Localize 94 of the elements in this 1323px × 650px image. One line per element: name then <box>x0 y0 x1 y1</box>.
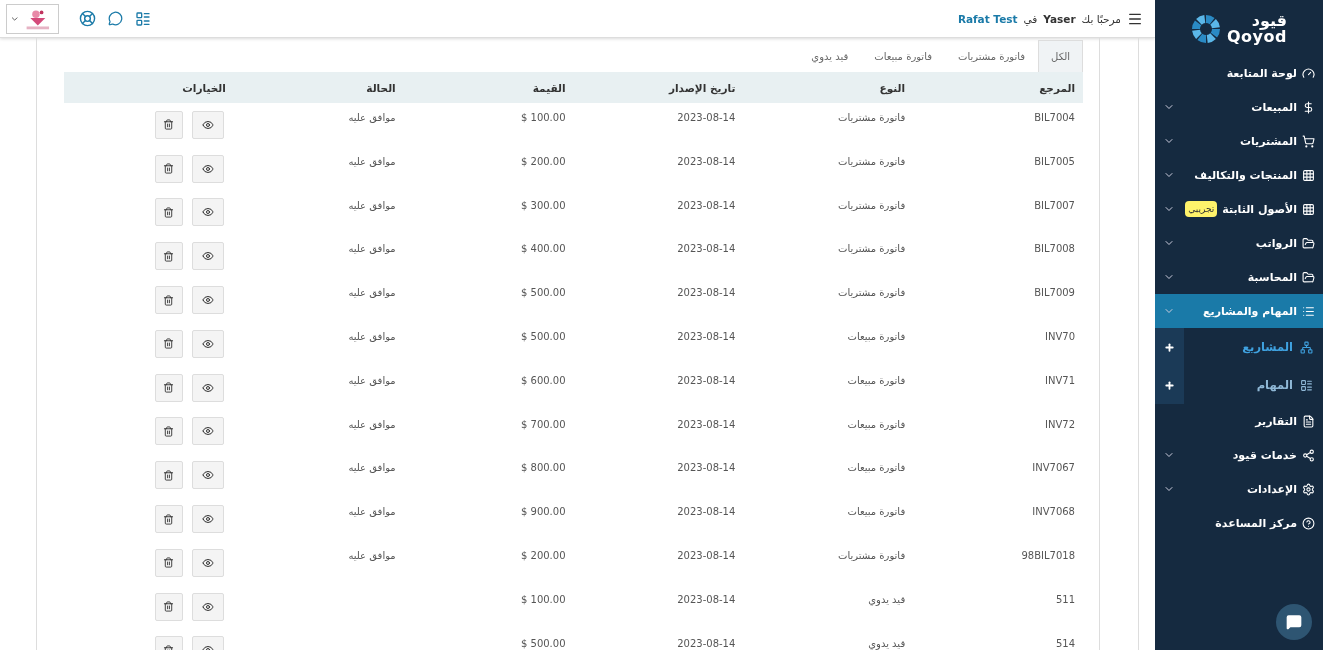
table-cell: فاتورة مشتريات <box>838 549 906 561</box>
sidebar-item[interactable]: الرواتب <box>1155 226 1323 260</box>
table-cell: فاتورة مشتريات <box>838 112 906 123</box>
user-name: Yaser <box>1043 12 1076 25</box>
table-cell: موافق عليه <box>348 155 396 167</box>
table-cell: $ 900.00 <box>521 506 566 518</box>
sidebar-item[interactable]: التقارير <box>1155 404 1323 438</box>
filter-tab[interactable]: فاتورة مشتريات <box>945 40 1039 72</box>
filter-tab[interactable]: فاتورة مبيعات <box>861 40 945 72</box>
table-cell: فاتورة مشتريات <box>838 287 906 299</box>
table-cell: $ 300.00 <box>521 199 566 211</box>
table-cell: $ 400.00 <box>521 243 566 255</box>
sidebar-item[interactable]: المنتجات والتكاليف <box>1155 158 1323 192</box>
table-cell: INV72 <box>1045 418 1075 430</box>
submenu-item[interactable]: المشاريع <box>1184 328 1323 366</box>
table-cell: $ 600.00 <box>521 374 566 386</box>
table-cell: $ 100.00 <box>521 112 566 123</box>
table-cell: 2023-08-14 <box>677 506 736 518</box>
table-cell: 511 <box>1055 593 1075 605</box>
table-cell: $ 100.00 <box>521 593 566 605</box>
table-cell: فاتورة مبيعات <box>847 418 906 430</box>
column-header: المرجع <box>1039 81 1075 94</box>
table-cell: 2023-08-14 <box>677 243 736 255</box>
table-cell: فاتورة مشتريات <box>838 199 906 211</box>
table-cell: قيد يدوي <box>868 593 906 605</box>
table-cell: موافق عليه <box>348 243 396 255</box>
table-cell: $ 200.00 <box>521 549 566 561</box>
table-cell: قيد يدوي <box>868 637 906 649</box>
table-cell: فاتورة مبيعات <box>847 374 906 386</box>
company-name[interactable]: Rafat Test <box>957 12 1018 25</box>
greeting-text: في <box>1023 12 1038 25</box>
table-cell: INV71 <box>1045 374 1075 386</box>
table-cell: 2023-08-14 <box>677 593 736 605</box>
table-cell: فاتورة مبيعات <box>847 462 906 474</box>
table-cell: $ 500.00 <box>521 287 566 299</box>
table-cell: 2023-08-14 <box>677 462 736 474</box>
table-cell: موافق عليه <box>348 374 396 386</box>
table-cell: 2023-08-14 <box>677 287 736 299</box>
submenu-item[interactable]: المهام <box>1184 366 1323 404</box>
table-cell: موافق عليه <box>348 199 396 211</box>
table-cell: 514 <box>1055 637 1075 649</box>
table-cell: 2023-08-14 <box>677 155 736 167</box>
sidebar-item[interactable]: الإعدادات <box>1155 472 1323 506</box>
table-cell: موافق عليه <box>348 112 396 123</box>
table-cell: $ 200.00 <box>521 155 566 167</box>
sidebar-item[interactable]: المهام والمشاريع <box>1155 294 1323 328</box>
column-header: القيمة <box>532 81 566 94</box>
sidebar-item[interactable]: المبيعات <box>1155 90 1323 124</box>
table-cell: موافق عليه <box>348 287 396 299</box>
table-cell: موافق عليه <box>348 418 396 430</box>
table-cell: 2023-08-14 <box>677 637 736 649</box>
table-cell: 2023-08-14 <box>677 374 736 386</box>
table-cell: موافق عليه <box>348 549 396 561</box>
table-cell: INV70 <box>1045 331 1075 342</box>
table-cell: 2023-08-14 <box>677 112 736 123</box>
sidebar-item[interactable]: المشتريات <box>1155 124 1323 158</box>
table-cell: $ 500.00 <box>521 637 566 649</box>
table-cell: 98BIL7018 <box>1021 549 1075 561</box>
table-cell: INV7068 <box>1032 506 1075 518</box>
table-cell: 2023-08-14 <box>677 331 736 342</box>
table-cell: فاتورة مبيعات <box>847 506 906 518</box>
sidebar-item[interactable]: لوحة المتابعة <box>1155 56 1323 90</box>
table-cell: موافق عليه <box>348 331 396 342</box>
logo-text: قيود <box>1251 13 1287 29</box>
table-cell: BIL7009 <box>1034 287 1075 299</box>
sidebar-item[interactable]: مركز المساعدة <box>1155 506 1323 540</box>
logo-text: Qoyod <box>1227 29 1287 45</box>
greeting-text: مرحبًا بك <box>1081 12 1121 25</box>
table-cell: BIL7008 <box>1034 243 1075 255</box>
column-header: النوع <box>879 81 906 94</box>
column-header: الحالة <box>366 81 396 94</box>
table-cell: BIL7005 <box>1034 155 1075 167</box>
sidebar-item[interactable]: المحاسبة <box>1155 260 1323 294</box>
beta-badge: تجريبي <box>1185 201 1218 217</box>
sidebar-item[interactable]: خدمات قيود <box>1155 438 1323 472</box>
table-cell: فاتورة مشتريات <box>838 243 906 255</box>
table-cell: BIL7007 <box>1034 199 1075 211</box>
table-cell: موافق عليه <box>348 506 396 518</box>
table-cell: BIL7004 <box>1034 112 1075 123</box>
table-cell: فاتورة مشتريات <box>838 155 906 167</box>
column-header: تاريخ الإصدار <box>668 81 736 94</box>
table-cell: $ 800.00 <box>521 462 566 474</box>
table-cell: 2023-08-14 <box>677 549 736 561</box>
table-cell: موافق عليه <box>348 462 396 474</box>
table-cell: 2023-08-14 <box>677 418 736 430</box>
column-header: الخيارات <box>182 81 226 94</box>
sidebar-item[interactable]: الأصول الثابتة تجريبي <box>1155 192 1323 226</box>
filter-tab[interactable]: قيد يدوي <box>798 40 862 72</box>
table-cell: INV7067 <box>1032 462 1075 474</box>
table-cell: $ 500.00 <box>521 331 566 342</box>
table-cell: 2023-08-14 <box>677 199 736 211</box>
filter-tab[interactable]: الكل <box>1038 40 1083 72</box>
table-cell: $ 700.00 <box>521 418 566 430</box>
table-cell: فاتورة مبيعات <box>847 331 906 342</box>
